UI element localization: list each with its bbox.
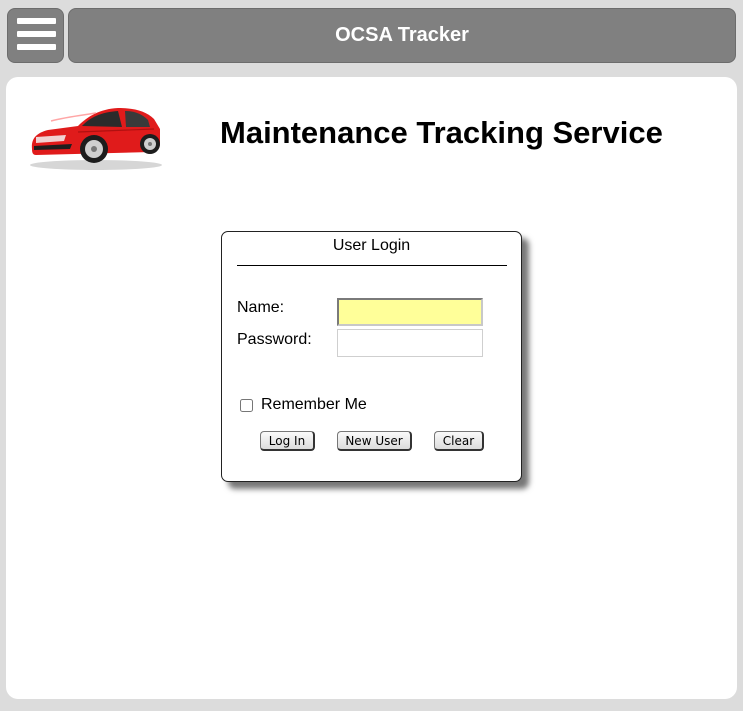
hamburger-menu-icon-bar bbox=[17, 31, 56, 37]
red-car-image bbox=[30, 108, 162, 170]
password-label: Password: bbox=[237, 331, 312, 348]
remember-me-option[interactable]: Remember Me bbox=[240, 396, 367, 414]
page-title: Maintenance Tracking Service bbox=[220, 115, 663, 150]
app-title-bar: OCSA Tracker bbox=[68, 8, 736, 63]
new-user-button[interactable]: New User bbox=[337, 431, 412, 451]
remember-me-label: Remember Me bbox=[261, 396, 367, 413]
login-title: User Login bbox=[332, 237, 411, 254]
login-button[interactable]: Log In bbox=[260, 431, 315, 451]
divider bbox=[237, 265, 507, 266]
main-panel: Maintenance Tracking Service User Login … bbox=[6, 77, 737, 699]
clear-button[interactable]: Clear bbox=[434, 431, 484, 451]
password-field[interactable] bbox=[337, 329, 483, 357]
hamburger-menu-icon bbox=[17, 18, 56, 24]
name-field[interactable] bbox=[337, 298, 483, 326]
menu-button[interactable] bbox=[7, 8, 64, 63]
remember-me-checkbox[interactable] bbox=[240, 398, 253, 412]
name-label: Name: bbox=[237, 299, 285, 316]
login-form: User Login Name: Password: Remember Me L… bbox=[221, 231, 522, 482]
app-title: OCSA Tracker bbox=[335, 24, 469, 46]
hamburger-menu-icon-bar bbox=[17, 44, 56, 50]
